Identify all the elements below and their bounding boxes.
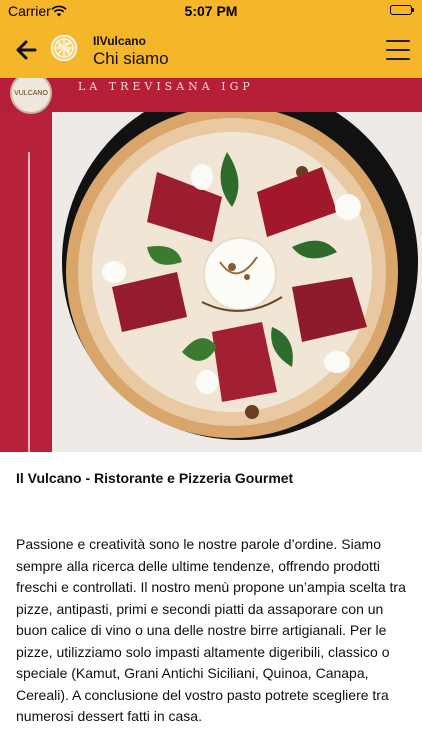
about-text: Passione e creatività sono le nostre par… — [16, 536, 406, 724]
pizza-logo-icon — [50, 34, 78, 62]
decorative-line — [28, 152, 30, 452]
hamburger-menu-button[interactable] — [384, 36, 412, 64]
back-button[interactable] — [10, 34, 42, 66]
status-bar: Carrier 5:07 PM — [0, 0, 422, 22]
navigation-bar: IlVulcano Chi siamo — [0, 22, 422, 78]
about-section: Il Vulcano - Ristorante e Pizzeria Gourm… — [0, 452, 422, 728]
hero-image: VULCANO LA TREVISANA IGP — [0, 78, 422, 452]
section-heading: Il Vulcano - Ristorante e Pizzeria Gourm… — [16, 470, 294, 486]
back-arrow-icon — [16, 40, 37, 60]
banner-text: LA TREVISANA IGP — [78, 80, 254, 93]
battery-icon — [390, 5, 414, 15]
menu-line — [386, 49, 410, 51]
app-name: IlVulcano — [93, 34, 146, 48]
menu-line — [386, 58, 410, 60]
page-title: Chi siamo — [93, 49, 169, 68]
menu-line — [386, 40, 410, 42]
pizza-photo — [52, 112, 422, 452]
clock: 5:07 PM — [184, 3, 238, 19]
